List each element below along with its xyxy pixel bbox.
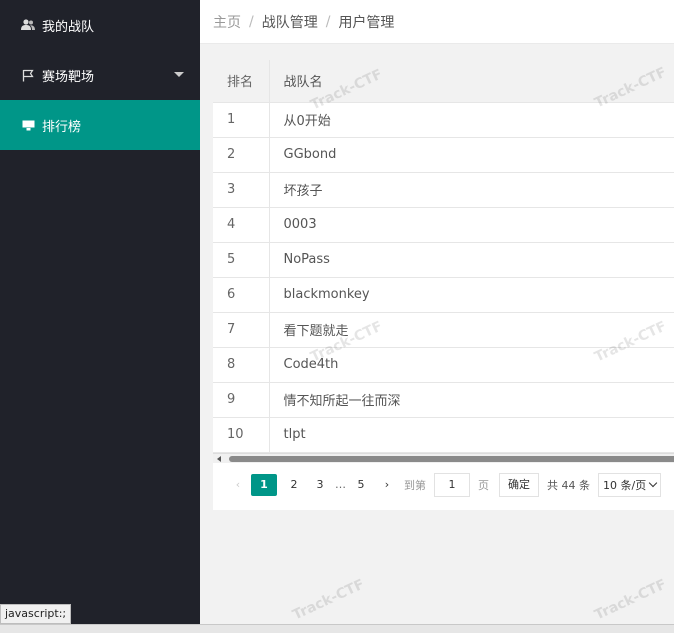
page-size-value: 10 条/页 xyxy=(603,478,647,492)
table-row[interactable]: 6 blackmonkey xyxy=(213,277,674,313)
team-name-cell: 0003 xyxy=(269,207,674,243)
page-size-select[interactable]: 10 条/页 xyxy=(598,472,662,497)
users-icon xyxy=(20,17,36,33)
breadcrumb-user-management[interactable]: 用户管理 xyxy=(338,12,394,32)
window-bottom-edge xyxy=(0,624,674,633)
monitor-icon xyxy=(20,117,36,133)
scrollbar-thumb[interactable] xyxy=(229,455,674,462)
page-3-button[interactable]: 3 xyxy=(307,474,333,496)
breadcrumb: 主页 / 战队管理 / 用户管理 xyxy=(200,0,674,44)
caret-down-icon xyxy=(174,72,184,77)
leaderboard-table: 排名 战队名 1 从0开始 2 GGbond 3 坏孩子 4 0003 5 NoPass … xyxy=(213,60,674,453)
table-row[interactable]: 7 看下题就走 xyxy=(213,312,674,348)
sidebar-item-label: 赛场靶场 xyxy=(42,69,95,85)
sidebar-item-label: 我的战队 xyxy=(42,19,95,35)
table-header-row: 排名 战队名 xyxy=(213,60,674,103)
breadcrumb-team-management[interactable]: 战队管理 xyxy=(262,12,318,32)
sidebar-item-leaderboard[interactable]: 排行榜 xyxy=(0,100,200,150)
column-header-rank[interactable]: 排名 xyxy=(213,60,270,103)
sidebar: 我的战队 赛场靶场 排行榜 xyxy=(0,0,200,624)
table-row[interactable]: 9 情不知所起一往而深 xyxy=(213,382,674,418)
prev-page-button[interactable]: ‹ xyxy=(225,474,251,496)
table-row[interactable]: 2 GGbond xyxy=(213,137,674,173)
total-count: 共 44 条 xyxy=(547,478,590,492)
rank-cell: 7 xyxy=(213,312,270,348)
sidebar-item-label: 排行榜 xyxy=(42,119,82,135)
rank-cell: 5 xyxy=(213,242,270,278)
table-row[interactable]: 5 NoPass xyxy=(213,242,674,278)
table-row[interactable]: 3 坏孩子 xyxy=(213,172,674,208)
table-row[interactable]: 8 Code4th xyxy=(213,347,674,383)
team-name-cell: tlpt xyxy=(269,417,674,453)
page-5-button[interactable]: 5 xyxy=(348,474,374,496)
main-content: 主页 / 战队管理 / 用户管理 排名 战队名 1 从0开始 2 GGbond 3坏… xyxy=(200,0,674,624)
breadcrumb-separator: / xyxy=(325,13,331,30)
scroll-left-icon[interactable] xyxy=(217,455,221,462)
table-row[interactable]: 10 tlpt xyxy=(213,417,674,453)
horizontal-scrollbar[interactable] xyxy=(213,452,674,463)
watermark: Track-CTF xyxy=(290,576,367,624)
table-row[interactable]: 4 0003 xyxy=(213,207,674,243)
page-1-button[interactable]: 1 xyxy=(251,473,277,496)
watermark: Track-CTF xyxy=(592,576,669,624)
leaderboard-card: 排名 战队名 1 从0开始 2 GGbond 3 坏孩子 4 0003 5 NoPass … xyxy=(213,60,674,510)
team-name-cell: 坏孩子 xyxy=(269,172,674,208)
team-name-cell: 看下题就走 xyxy=(269,312,674,348)
flag-icon xyxy=(20,67,36,83)
page-ellipsis: … xyxy=(335,478,346,491)
table-row[interactable]: 1 从0开始 xyxy=(213,102,674,138)
next-page-button[interactable]: › xyxy=(374,474,400,496)
rank-cell: 8 xyxy=(213,347,270,383)
team-name-cell: blackmonkey xyxy=(269,277,674,313)
team-name-cell: GGbond xyxy=(269,137,674,173)
team-name-cell: Code4th xyxy=(269,347,674,383)
pagination: ‹ 1 2 3 … 5 › 到第 页 确定 共 44 条 10 条/页 xyxy=(213,463,674,507)
rank-cell: 4 xyxy=(213,207,270,243)
page-2-button[interactable]: 2 xyxy=(281,474,307,496)
goto-label: 到第 xyxy=(404,478,426,492)
rank-cell: 3 xyxy=(213,172,270,208)
rank-cell: 10 xyxy=(213,417,270,453)
chevron-down-icon xyxy=(648,478,658,488)
column-header-team-name[interactable]: 战队名 xyxy=(269,60,674,103)
rank-cell: 2 xyxy=(213,137,270,173)
breadcrumb-separator: / xyxy=(249,13,254,30)
rank-cell: 1 xyxy=(213,102,270,138)
team-name-cell: NoPass xyxy=(269,242,674,278)
sidebar-item-range[interactable]: 赛场靶场 xyxy=(0,50,200,100)
rank-cell: 9 xyxy=(213,382,270,418)
rank-cell: 6 xyxy=(213,277,270,313)
goto-page-input[interactable] xyxy=(434,472,470,497)
browser-status-bar: javascript:; xyxy=(0,604,72,624)
page-unit-label: 页 xyxy=(478,478,489,492)
breadcrumb-home[interactable]: 主页 xyxy=(213,12,241,32)
team-name-cell: 情不知所起一往而深 xyxy=(269,382,674,418)
sidebar-item-my-team[interactable]: 我的战队 xyxy=(0,0,200,50)
confirm-button[interactable]: 确定 xyxy=(499,472,539,497)
team-name-cell: 从0开始 xyxy=(269,102,674,138)
